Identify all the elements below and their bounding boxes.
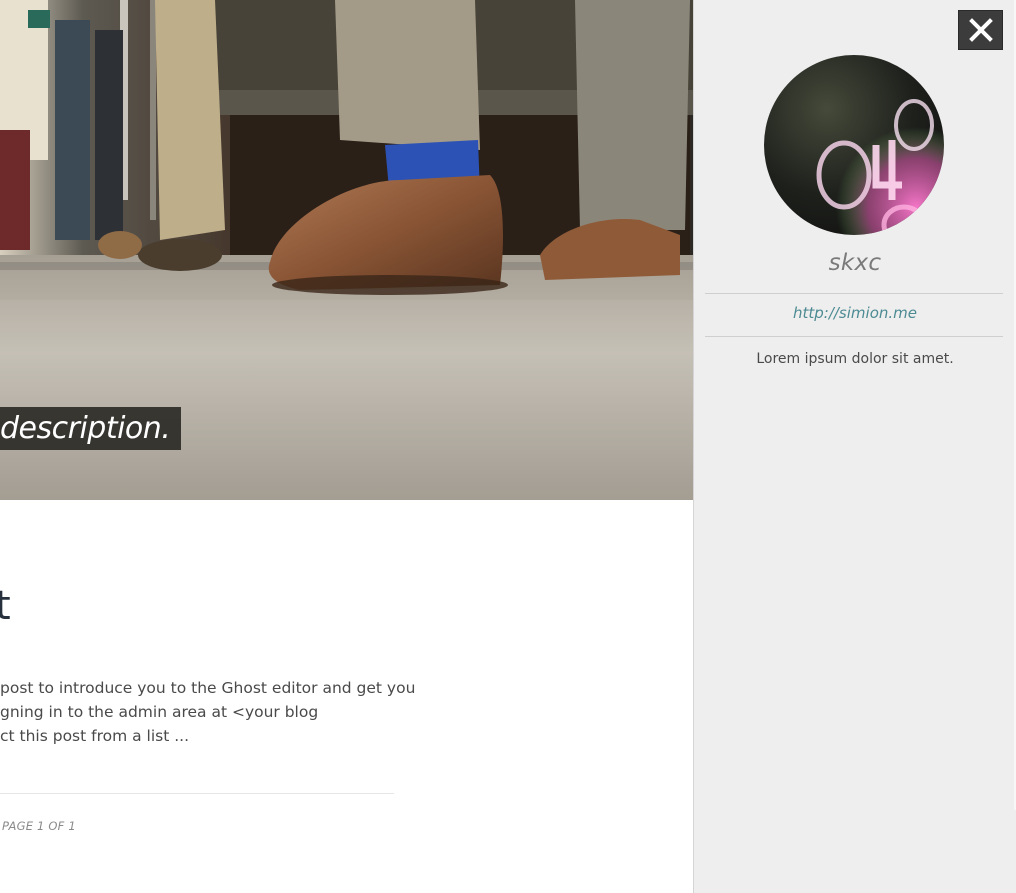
close-button[interactable]: [958, 10, 1003, 50]
post-excerpt-line: ct this post from a list ...: [0, 727, 190, 745]
sidebar-divider: [705, 293, 1003, 294]
hero-description: description.: [0, 407, 182, 450]
hero-cover-image: description.: [0, 0, 693, 500]
post-excerpt-line: post to introduce you to the Ghost edito…: [0, 679, 416, 697]
author-bio: Lorem ipsum dolor sit amet.: [756, 351, 954, 367]
avatar: [764, 55, 944, 235]
post-excerpt-line: gning in to the admin area at <your blog: [0, 703, 319, 721]
author-sidebar: skxc http://simion.me Lorem ipsum dolor …: [693, 0, 1016, 893]
author-name: skxc: [828, 250, 882, 276]
avatar-image: [764, 55, 944, 235]
pagination-label: PAGE 1 OF 1: [2, 819, 76, 833]
page: description. t post to introduce you to …: [0, 0, 1016, 893]
sidebar-divider: [705, 336, 1003, 337]
close-icon: [969, 18, 993, 42]
post-title[interactable]: t: [0, 582, 11, 630]
author-website-link[interactable]: http://simion.me: [694, 304, 1016, 322]
content-divider: [0, 793, 394, 794]
post-excerpt: post to introduce you to the Ghost edito…: [0, 676, 416, 748]
